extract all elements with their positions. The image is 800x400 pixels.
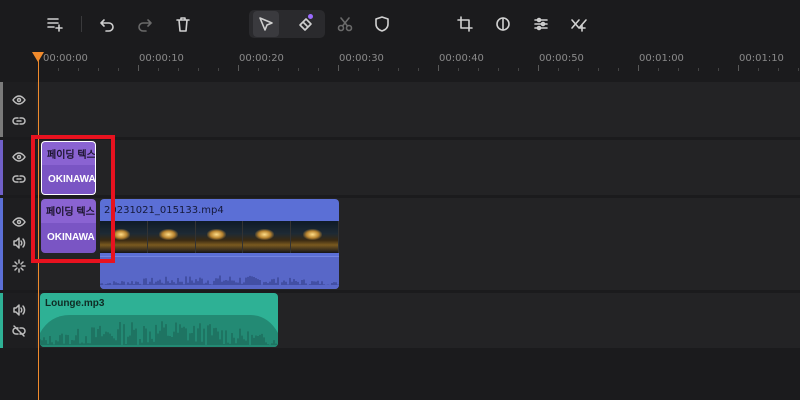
ruler-label: 00:00:50 [539,53,584,64]
ruler-minor-tick [678,68,679,71]
ruler-major-tick [338,65,339,71]
speaker-icon[interactable] [12,303,26,317]
ruler-label: 00:00:20 [239,53,284,64]
playhead-handle[interactable] [32,52,44,62]
track-color-bar [0,82,3,137]
audio-clip[interactable]: Lounge.mp3 [40,293,278,347]
video-thumbnail [195,221,244,253]
video-thumbnail [291,221,339,253]
ruler-minor-tick [758,68,759,71]
ruler-label: 00:01:10 [739,53,784,64]
ruler-label: 00:00:40 [439,53,484,64]
video-thumbnail [147,221,196,253]
track-color-bar [0,140,3,195]
time-ruler[interactable]: 00:00:00 00:00:10 00:00:20 00:00:30 00:0… [0,48,800,72]
crop-icon[interactable] [452,11,478,37]
tag-icon[interactable] [292,11,318,37]
ruler-minor-tick [458,68,459,71]
track-color-bar [0,198,3,290]
transition-icon[interactable] [566,11,592,37]
ruler-major-tick [438,65,439,71]
ruler-minor-tick [98,68,99,71]
video-thumbnails [100,221,339,253]
ruler-minor-tick [258,68,259,71]
notification-dot [308,14,313,19]
ruler-minor-tick [158,68,159,71]
ruler-minor-tick [218,68,219,71]
empty-track[interactable] [0,82,800,137]
eye-icon[interactable] [12,150,26,164]
video-thumbnail [243,221,292,253]
color-icon[interactable] [490,11,516,37]
sparkle-icon[interactable] [12,259,26,273]
ruler-minor-tick [358,68,359,71]
ruler-label: 00:00:30 [339,53,384,64]
eye-icon[interactable] [12,93,26,107]
undo-icon[interactable] [94,11,120,37]
ruler-minor-tick [278,68,279,71]
ruler-minor-tick [418,68,419,71]
mask-icon[interactable] [369,11,395,37]
timeline-toolbar [0,0,800,48]
ruler-minor-tick [118,68,119,71]
adjust-icon[interactable] [528,11,554,37]
ruler-minor-tick [58,68,59,71]
ruler-minor-tick [198,68,199,71]
video-clip[interactable]: 20231021_015133.mp4 [100,199,339,289]
ruler-major-tick [538,65,539,71]
video-audio-waveform [100,256,339,289]
ruler-label: 00:01:00 [639,53,684,64]
link-icon[interactable] [12,172,26,186]
track-header [0,293,36,348]
video-clip-name: 20231021_015133.mp4 [104,205,224,216]
unlink-icon[interactable] [12,324,26,338]
ruler-minor-tick [718,68,719,71]
ruler-major-tick [138,65,139,71]
ruler-minor-tick [778,68,779,71]
redo-icon[interactable] [132,11,158,37]
ruler-minor-tick [618,68,619,71]
cut-icon[interactable] [332,11,358,37]
ruler-minor-tick [558,68,559,71]
ruler-minor-tick [658,68,659,71]
track-color-bar [0,293,3,348]
ruler-minor-tick [798,68,799,71]
speaker-icon[interactable] [12,236,26,250]
ruler-minor-tick [318,68,319,71]
ruler-minor-tick [598,68,599,71]
ruler-minor-tick [498,68,499,71]
add-track-icon[interactable] [42,11,68,37]
selection-highlight [31,135,115,263]
title-track[interactable] [0,140,800,195]
ruler-minor-tick [578,68,579,71]
ruler-minor-tick [698,68,699,71]
toolbar-divider [81,16,82,32]
track-header [0,82,36,137]
ruler-label: 00:00:00 [43,53,88,64]
ruler-minor-tick [298,68,299,71]
link-icon[interactable] [12,114,26,128]
eye-icon[interactable] [12,215,26,229]
ruler-minor-tick [518,68,519,71]
ruler-minor-tick [378,68,379,71]
ruler-major-tick [638,65,639,71]
ruler-label: 00:00:10 [139,53,184,64]
ruler-minor-tick [178,68,179,71]
ruler-major-tick [238,65,239,71]
select-icon[interactable] [253,11,279,37]
ruler-minor-tick [478,68,479,71]
ruler-major-tick [738,65,739,71]
ruler-minor-tick [78,68,79,71]
delete-icon[interactable] [170,11,196,37]
ruler-minor-tick [398,68,399,71]
